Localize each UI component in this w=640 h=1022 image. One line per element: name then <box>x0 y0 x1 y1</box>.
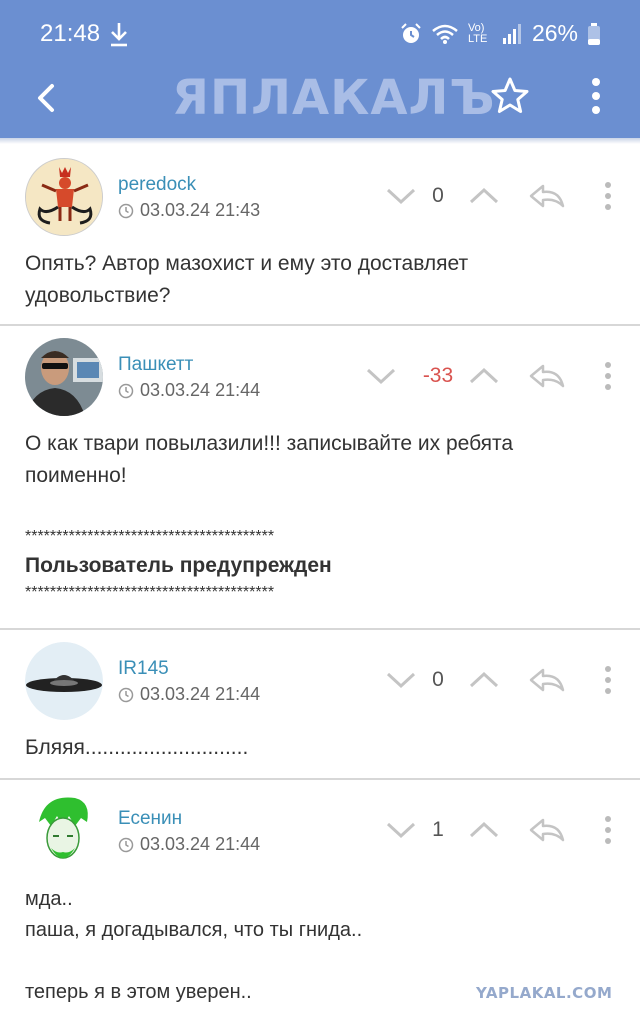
network-label: Vo) LTE <box>467 21 488 45</box>
comment-score: 1 <box>432 818 444 841</box>
comment-date-text: 03.03.24 21:44 <box>140 684 261 704</box>
back-arrow-icon[interactable] <box>28 76 68 120</box>
chevron-up-icon[interactable] <box>467 184 501 208</box>
comment-date: 03.03.24 21:43 <box>118 200 260 221</box>
more-vertical-icon[interactable] <box>598 814 618 846</box>
star-icon[interactable] <box>488 74 532 118</box>
comment-line: удовольствие? <box>25 284 171 307</box>
warning-separator: **************************************** <box>25 528 275 545</box>
comment-author[interactable]: IR145 <box>118 658 169 680</box>
chevron-up-icon[interactable] <box>467 818 501 842</box>
comment-line: Опять? Автор мазохист и ему это доставля… <box>25 252 469 275</box>
app-bar: ЯПЛАКАЛЪ <box>0 68 640 128</box>
status-right: Vo) LTE 26% <box>400 20 600 47</box>
avatar[interactable] <box>25 792 103 870</box>
site-watermark: YAPLAKAL.COM <box>476 984 613 1002</box>
warning-separator: **************************************** <box>25 584 275 601</box>
comment-author[interactable]: Есенин <box>118 808 182 830</box>
more-vertical-icon[interactable] <box>580 72 612 120</box>
more-vertical-icon[interactable] <box>598 664 618 696</box>
comment-date-text: 03.03.24 21:43 <box>140 200 261 220</box>
comment-line: О как твари повылазили!!! записывайте их… <box>25 432 514 455</box>
more-vertical-icon[interactable] <box>598 360 618 392</box>
comment-score: -33 <box>422 364 454 387</box>
clock-icon <box>118 837 134 852</box>
alarm-icon <box>401 22 421 43</box>
reply-icon[interactable] <box>527 816 567 844</box>
comment-score: 0 <box>432 184 444 207</box>
comment-item: Пашкетт 03.03.24 21:44 -33 О как твари п… <box>0 326 640 630</box>
reply-icon[interactable] <box>527 362 567 390</box>
comment-text: О как твари повылазили!!! записывайте их… <box>25 428 615 606</box>
clock-icon <box>118 383 134 398</box>
chevron-up-icon[interactable] <box>467 364 501 388</box>
avatar-image <box>25 642 103 720</box>
comment-date: 03.03.24 21:44 <box>118 380 260 401</box>
top-bar: 21:48 Vo) LTE 26% ЯПЛАКАЛЪ <box>0 0 640 138</box>
reply-icon[interactable] <box>527 666 567 694</box>
comment-line: паша, я догадывался, что ты гнида.. <box>25 919 363 941</box>
comment-text: Бляяя............................ <box>25 732 615 764</box>
battery-icon <box>588 22 600 45</box>
wifi-icon <box>432 24 458 44</box>
more-vertical-icon[interactable] <box>598 180 618 212</box>
comment-score: 0 <box>432 668 444 691</box>
comment-author[interactable]: peredock <box>118 174 196 196</box>
avatar[interactable] <box>25 158 103 236</box>
comment-text: Опять? Автор мазохист и ему это доставля… <box>25 248 615 312</box>
comment-item: peredock 03.03.24 21:43 0 Опять? Автор м… <box>0 144 640 326</box>
signal-icon <box>502 23 521 44</box>
site-logo[interactable]: ЯПЛАКАЛЪ <box>172 70 496 126</box>
comment-line <box>25 946 615 977</box>
status-time: 21:48 <box>40 20 101 47</box>
download-icon <box>111 23 127 47</box>
comment-line: мда.. <box>25 888 73 910</box>
clock-icon <box>118 687 134 702</box>
comment-date-text: 03.03.24 21:44 <box>140 380 261 400</box>
reply-icon[interactable] <box>527 182 567 210</box>
clock-icon <box>118 203 134 218</box>
comment-line: Бляяя............................ <box>25 736 249 759</box>
battery-percent: 26% <box>531 20 578 46</box>
chevron-up-icon[interactable] <box>467 668 501 692</box>
avatar-image <box>26 159 102 235</box>
chevron-down-icon[interactable] <box>364 364 398 388</box>
comment-date-text: 03.03.24 21:44 <box>140 834 261 854</box>
avatar[interactable] <box>25 338 103 416</box>
comment-item: IR145 03.03.24 21:44 0 Бляяя............… <box>0 630 640 780</box>
avatar[interactable] <box>25 642 103 720</box>
comment-date: 03.03.24 21:44 <box>118 684 260 705</box>
avatar-image <box>25 792 103 870</box>
avatar-image <box>25 338 103 416</box>
warning-text: Пользователь предупрежден <box>25 554 332 577</box>
comment-date: 03.03.24 21:44 <box>118 834 260 855</box>
status-bar: 21:48 Vo) LTE 26% <box>0 0 640 70</box>
comment-author[interactable]: Пашкетт <box>118 354 193 376</box>
comment-line: поименно! <box>25 464 127 487</box>
